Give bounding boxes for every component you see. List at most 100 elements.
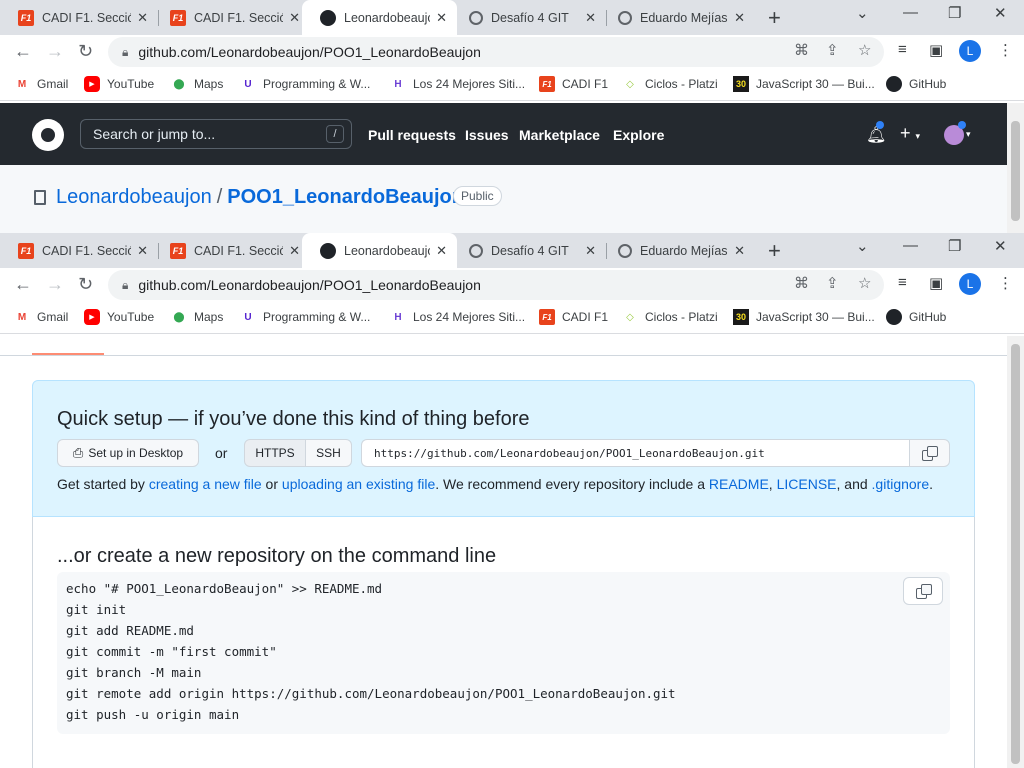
user-avatar[interactable]	[944, 121, 966, 145]
bookmark-star-icon[interactable]: ☆	[858, 274, 871, 292]
share-icon[interactable]: ⇪	[826, 274, 839, 292]
repo-name-link[interactable]: POO1_LeonardoBeaujon	[227, 186, 464, 208]
github-logo-icon[interactable]	[32, 119, 64, 151]
bookmark-maps[interactable]: ⬤ Maps	[171, 76, 223, 92]
command-code-block: echo "# POO1_LeonardoBeaujon" >> README.…	[57, 572, 950, 734]
browser-tab[interactable]: Desafío 4 GIT ✕	[451, 0, 606, 35]
bookmark-youtube[interactable]: ▶ YouTube	[84, 309, 154, 325]
chevron-down-icon[interactable]: ▾	[966, 129, 971, 140]
scrollbar-thumb[interactable]	[1011, 121, 1020, 221]
bookmark-github[interactable]: GitHub	[886, 76, 946, 92]
new-tab-button[interactable]: +	[768, 5, 781, 31]
bookmark-youtube[interactable]: ▶ YouTube	[84, 76, 154, 92]
browser-tab[interactable]: Desafío 4 GIT ✕	[451, 233, 606, 268]
copy-url-button[interactable]	[909, 439, 950, 467]
tab-search-icon[interactable]: ⌄	[856, 4, 869, 22]
forward-icon[interactable]: →	[46, 41, 64, 62]
close-tab-icon[interactable]: ✕	[585, 10, 596, 26]
browser-tab[interactable]: Eduardo Mejías ✕	[600, 0, 755, 35]
nav-pull-requests[interactable]: Pull requests	[368, 127, 456, 143]
menu-kebab-icon[interactable]: ⋮	[998, 274, 1013, 292]
search-input[interactable]: Search or jump to... /	[80, 119, 352, 149]
scrollbar-thumb[interactable]	[1011, 344, 1020, 764]
license-link[interactable]: LICENSE	[777, 476, 837, 492]
https-button[interactable]: HTTPS	[244, 439, 306, 467]
bookmark-los-24[interactable]: H Los 24 Mejores Siti...	[390, 76, 525, 92]
bookmark-platzi[interactable]: ◇ Ciclos - Platzi	[622, 309, 718, 325]
gitignore-link[interactable]: .gitignore	[872, 476, 930, 492]
ssh-button[interactable]: SSH	[305, 439, 352, 467]
bookmark-cadi-f1[interactable]: F1 CADI F1	[539, 76, 608, 92]
minimize-button[interactable]: —	[903, 4, 918, 21]
close-tab-icon[interactable]: ✕	[734, 243, 745, 259]
globe-favicon-icon	[469, 10, 483, 25]
page-scrollbar[interactable]	[1007, 336, 1024, 768]
side-panel-icon[interactable]: ▣	[929, 41, 943, 59]
browser-tab[interactable]: F1 CADI F1. Sección ✕	[152, 233, 310, 268]
nav-issues[interactable]: Issues	[465, 127, 509, 143]
uploading-existing-file-link[interactable]: uploading an existing file	[282, 476, 435, 492]
bookmark-gmail[interactable]: M Gmail	[14, 76, 69, 92]
side-panel-icon[interactable]: ▣	[929, 274, 943, 292]
bookmark-star-icon[interactable]: ☆	[858, 41, 871, 59]
close-tab-icon[interactable]: ✕	[436, 10, 447, 26]
back-icon[interactable]: ←	[14, 274, 32, 295]
setup-desktop-button[interactable]: ⎙ Set up in Desktop	[57, 439, 199, 467]
create-new-icon[interactable]: + ▾	[900, 123, 920, 144]
bookmark-platzi[interactable]: ◇ Ciclos - Platzi	[622, 76, 718, 92]
browser-tab[interactable]: Eduardo Mejías ✕	[600, 233, 755, 268]
close-tab-icon[interactable]: ✕	[734, 10, 745, 26]
readme-link[interactable]: README	[709, 476, 769, 492]
clone-url-input[interactable]: https://github.com/Leonardobeaujon/POO1_…	[361, 439, 909, 467]
maximize-button[interactable]: ❐	[948, 237, 961, 255]
reading-list-icon[interactable]: ≡	[898, 274, 907, 291]
tab-search-icon[interactable]: ⌄	[856, 237, 869, 255]
repo-owner-link[interactable]: Leonardobeaujon	[56, 186, 212, 208]
copy-commands-button[interactable]	[903, 577, 943, 605]
page-scrollbar[interactable]	[1007, 103, 1024, 233]
close-tab-icon[interactable]: ✕	[289, 243, 300, 259]
bookmark-los-24[interactable]: H Los 24 Mejores Siti...	[390, 309, 525, 325]
bookmark-github[interactable]: GitHub	[886, 309, 946, 325]
bookmark-js30[interactable]: 30 JavaScript 30 — Bui...	[733, 76, 875, 92]
reload-icon[interactable]: ↻	[78, 41, 93, 62]
address-bar[interactable]: 🔒︎ github.com/Leonardobeaujon/POO1_Leona…	[108, 37, 884, 67]
browser-tab-active[interactable]: Leonardobeaujon ✕	[302, 233, 457, 268]
browser-tab-active[interactable]: Leonardobeaujon ✕	[302, 0, 457, 35]
reading-list-icon[interactable]: ≡	[898, 41, 907, 58]
reload-icon[interactable]: ↻	[78, 274, 93, 295]
close-tab-icon[interactable]: ✕	[137, 243, 148, 259]
bookmark-maps[interactable]: ⬤ Maps	[171, 309, 223, 325]
share-icon[interactable]: ⇪	[826, 41, 839, 59]
close-tab-icon[interactable]: ✕	[137, 10, 148, 26]
profile-avatar[interactable]: L	[959, 273, 981, 295]
close-tab-icon[interactable]: ✕	[585, 243, 596, 259]
nav-marketplace[interactable]: Marketplace	[519, 127, 600, 143]
bookmark-programming[interactable]: U Programming & W...	[240, 309, 370, 325]
nav-explore[interactable]: Explore	[613, 127, 664, 143]
translate-icon[interactable]: ⌘	[794, 41, 809, 59]
new-tab-button[interactable]: +	[768, 238, 781, 264]
window-close-button[interactable]: ✕	[994, 4, 1007, 22]
close-tab-icon[interactable]: ✕	[436, 243, 447, 259]
address-bar[interactable]: 🔒︎ github.com/Leonardobeaujon/POO1_Leona…	[108, 270, 884, 300]
bookmark-js30[interactable]: 30 JavaScript 30 — Bui...	[733, 309, 875, 325]
url-text: github.com/Leonardobeaujon/POO1_Leonardo…	[138, 44, 481, 60]
forward-icon[interactable]: →	[46, 274, 64, 295]
profile-avatar[interactable]: L	[959, 40, 981, 62]
bookmark-gmail[interactable]: M Gmail	[14, 309, 69, 325]
bookmark-cadi-f1[interactable]: F1 CADI F1	[539, 309, 608, 325]
back-icon[interactable]: ←	[14, 41, 32, 62]
window-close-button[interactable]: ✕	[994, 237, 1007, 255]
minimize-button[interactable]: —	[903, 237, 918, 254]
close-tab-icon[interactable]: ✕	[289, 10, 300, 26]
browser-tab[interactable]: F1 CADI F1. Sección ✕	[152, 0, 310, 35]
bookmark-programming[interactable]: U Programming & W...	[240, 76, 370, 92]
browser-tab[interactable]: F1 CADI F1. Sección ✕	[0, 233, 158, 268]
browser-tab[interactable]: F1 CADI F1. Sección ✕	[0, 0, 158, 35]
notifications-bell-icon[interactable]: 🔔︎	[866, 121, 886, 145]
translate-icon[interactable]: ⌘	[794, 274, 809, 292]
creating-new-file-link[interactable]: creating a new file	[149, 476, 262, 492]
maximize-button[interactable]: ❐	[948, 4, 961, 22]
menu-kebab-icon[interactable]: ⋮	[998, 41, 1013, 59]
